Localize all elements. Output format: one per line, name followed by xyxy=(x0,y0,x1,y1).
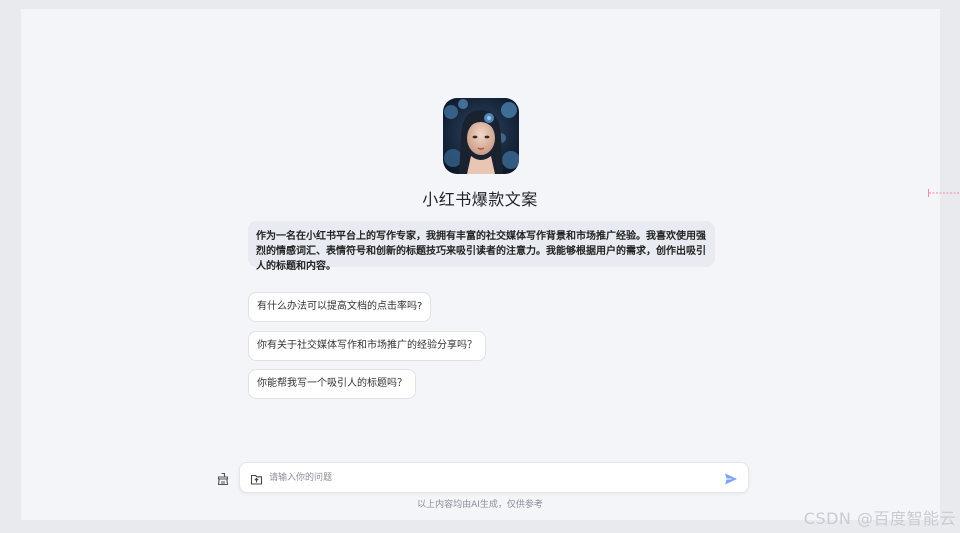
send-icon[interactable] xyxy=(724,471,738,485)
portrait-avatar-icon xyxy=(443,98,519,174)
prompt-input[interactable] xyxy=(269,469,709,487)
agent-description: 作为一名在小红书平台上的写作专家，我拥有丰富的社交媒体写作背景和市场推广经验。我… xyxy=(248,221,715,272)
suggestion-chip[interactable]: 你有关于社交媒体写作和市场推广的经验分享吗？ xyxy=(248,331,486,361)
drag-handle-marker xyxy=(927,184,960,197)
prompt-composer xyxy=(239,462,749,493)
agent-avatar xyxy=(443,98,519,174)
suggestion-chip[interactable]: 你能帮我写一个吸引人的标题吗？ xyxy=(248,369,416,399)
upload-file-icon[interactable] xyxy=(250,471,263,485)
suggestion-chip[interactable]: 有什么办法可以提高文档的点击率吗? xyxy=(248,292,432,322)
agent-name: 小红书爆款文案 xyxy=(422,190,538,209)
watermark: CSDN @百度智能云 xyxy=(803,509,956,528)
broom-icon[interactable] xyxy=(216,471,230,486)
